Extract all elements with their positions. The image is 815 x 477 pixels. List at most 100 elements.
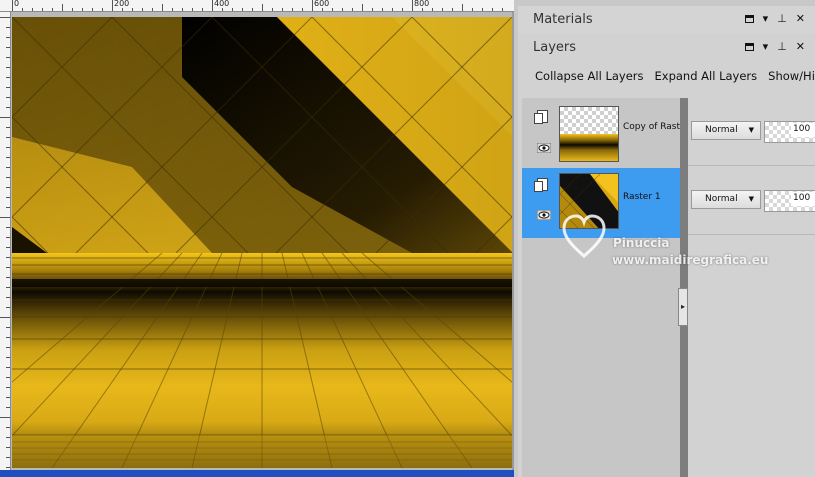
ruler-tick [52,8,53,11]
ruler-tick [272,8,273,11]
ruler-tick [62,4,63,11]
ruler-tick [362,4,363,11]
canvas-area[interactable]: 0 200 400 600 800 [0,0,514,477]
ruler-tick [6,137,10,138]
ruler-tick [6,427,10,428]
ruler-tick [142,8,143,11]
ruler-tick [6,357,10,358]
ruler-tick [92,8,93,11]
chevron-down-icon[interactable]: ▾ [763,40,769,53]
ruler-tick [432,8,433,11]
expand-all-button[interactable]: Expand All Layers [655,69,758,83]
palette-title: Layers [533,40,577,55]
close-icon[interactable]: ✕ [796,40,805,53]
ruler-tick [6,337,10,338]
ruler-tick [152,8,153,11]
canvas-edge [512,12,514,470]
ruler-tick [392,8,393,11]
ruler-tick [6,457,10,458]
ruler-tick [6,197,10,198]
ruler-tick [342,8,343,11]
layer-properties: Normal ▼ 100 Normal ▼ 100 [688,98,815,477]
layer-thumbnail[interactable] [559,106,619,162]
layer-thumbnail[interactable] [559,173,619,229]
ruler-tick [6,77,10,78]
layers-list[interactable]: Copy of Raster Raster 1 [522,98,689,477]
canvas-image[interactable] [12,17,513,468]
ruler-tick [422,8,423,11]
opacity-value: 100 [791,192,815,206]
ruler-tick [442,8,443,11]
artwork-graphic [12,17,513,468]
ruler-tick [6,347,10,348]
ruler-tick [42,8,43,11]
ruler-tick [72,8,73,11]
ruler-tick [6,287,10,288]
status-bar [0,470,514,477]
ruler-tick [6,87,10,88]
collapse-all-button[interactable]: Collapse All Layers [535,69,644,83]
palette-title: Materials [533,12,593,27]
ruler-tick [6,187,10,188]
opacity-value: 100 [791,123,815,137]
layer-name[interactable]: Raster 1 [623,192,661,202]
materials-palette[interactable]: Materials ▾ ⊥ ✕ [518,6,815,35]
ruler-tick [6,467,10,468]
blend-mode-select[interactable]: Normal ▼ [691,121,761,140]
ruler-tick [482,8,483,11]
ruler-tick [372,8,373,11]
chevron-down-icon[interactable]: ▾ [763,12,769,25]
show-hide-button[interactable]: Show/Hide Q [768,69,815,83]
ruler-tick [6,177,10,178]
layer-row[interactable]: Copy of Raster [522,101,689,171]
ruler-tick [6,27,10,28]
collapse-arrow-icon[interactable]: ▸ [678,288,688,326]
opacity-field[interactable]: 100 [764,121,815,143]
ruler-label: 0 [14,0,20,8]
eye-icon[interactable] [537,143,551,153]
ruler-tick [22,8,23,11]
pin-icon[interactable]: ⊥ [777,12,787,25]
ruler-tick [322,8,323,11]
ruler-tick [6,267,10,268]
ruler-tick [6,247,10,248]
page-icon[interactable] [534,178,548,192]
page-icon[interactable] [534,110,548,124]
ruler-tick [0,117,10,118]
ruler-tick [6,147,10,148]
layer-properties-row: Normal ▼ 100 [688,115,815,145]
ruler-tick [6,297,10,298]
ruler-tick [0,317,10,318]
ruler-tick [312,0,313,11]
ruler-tick [492,8,493,11]
horizontal-ruler: 0 200 400 600 800 [0,0,514,12]
layers-header: Layers ▾ ⊥ ✕ [518,34,815,61]
ruler-tick [6,397,10,398]
pin-icon[interactable]: ⊥ [777,40,787,53]
thumbnail-floor [560,134,618,161]
ruler-tick [6,437,10,438]
ruler-tick [462,4,463,11]
layers-palette[interactable]: Layers ▾ ⊥ ✕ Collapse All Layers Expand … [518,34,815,477]
ruler-tick [0,417,10,418]
layer-row-selected[interactable]: Raster 1 [522,168,680,238]
ruler-tick [212,0,213,11]
close-icon[interactable]: ✕ [796,12,805,25]
opacity-field[interactable]: 100 [764,190,815,212]
blend-mode-value: Normal [705,125,738,135]
eye-icon[interactable] [537,210,551,220]
ruler-tick [182,8,183,11]
chevron-down-icon: ▼ [748,126,754,134]
ruler-tick [6,67,10,68]
ruler-tick [12,0,13,11]
ruler-tick [6,237,10,238]
window-icon[interactable] [744,14,754,23]
thumbnail-art [560,174,618,228]
ruler-tick [6,157,10,158]
ruler-tick [6,277,10,278]
blend-mode-select[interactable]: Normal ▼ [691,190,761,209]
ruler-tick [6,257,10,258]
ruler-tick [352,8,353,11]
ruler-tick [262,4,263,11]
window-icon[interactable] [744,42,754,51]
